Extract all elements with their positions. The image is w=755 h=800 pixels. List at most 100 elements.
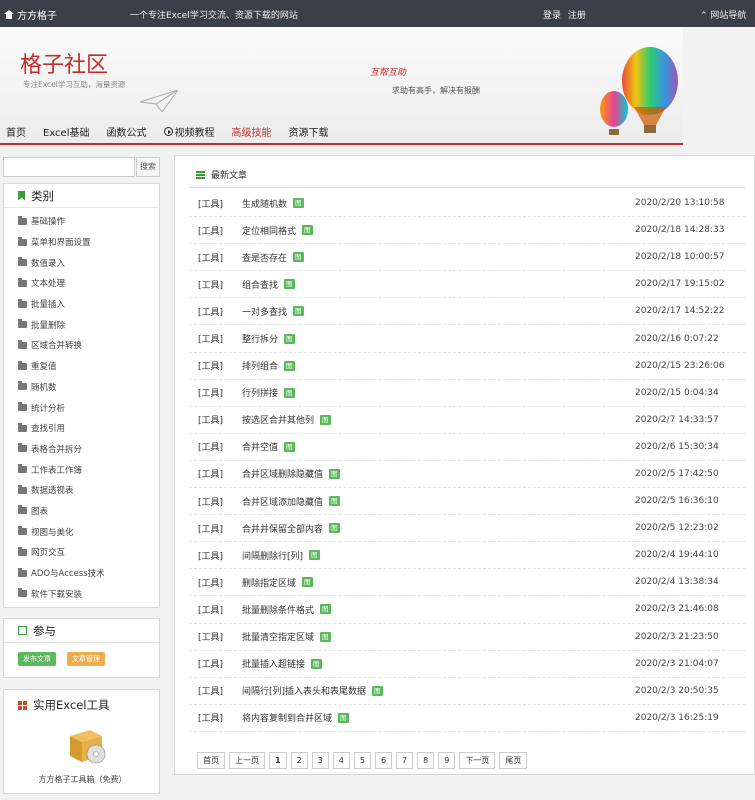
page-number-button[interactable]: 9 [438,752,456,769]
article-tag[interactable]: [工具] [198,278,223,291]
category-item[interactable]: 批量删除 [4,314,159,335]
nav-item-excel-basics[interactable]: Excel基础 [43,124,90,139]
nav-label: 高级技能 [231,128,272,139]
page-number-button[interactable]: 2 [290,752,308,769]
category-item[interactable]: 数据透视表 [4,480,159,501]
article-title-link[interactable]: 批量删除条件格式图 [242,603,331,616]
article-tag[interactable]: [工具] [198,386,223,399]
article-title-link[interactable]: 生成随机数图 [242,197,304,210]
nav-item-downloads[interactable]: 资源下载 [289,124,329,139]
article-tag[interactable]: [工具] [198,224,223,237]
article-tag[interactable]: [工具] [198,305,223,318]
category-item[interactable]: 视图与美化 [4,521,159,542]
search-button[interactable]: 搜索 [136,157,160,177]
page-number-button[interactable]: 6 [374,752,393,769]
post-article-button[interactable]: 发布文章 [18,652,56,666]
brand-link[interactable]: 方方格子 [4,7,57,22]
category-item[interactable]: 区域合并转换 [4,335,159,356]
category-item[interactable]: 图表 [4,501,159,522]
page-number-button[interactable]: 1 [269,752,287,769]
article-title-link[interactable]: 按选区合并其他列图 [242,413,331,426]
category-item[interactable]: 随机数 [4,377,159,398]
article-tag[interactable]: [工具] [198,440,223,453]
category-item[interactable]: 菜单和界面设置 [4,232,159,253]
article-tag[interactable]: [工具] [198,711,223,724]
article-title-link[interactable]: 批量插入超链接图 [242,657,322,670]
article-tag[interactable]: [工具] [198,495,223,508]
article-title-link[interactable]: 排列组合图 [242,359,295,372]
article-title-link[interactable]: 一对多查找图 [242,305,304,318]
article-row: [工具] 合并区域删除隐藏值图 2020/2/5 17:42:50 [189,461,745,489]
article-title-link[interactable]: 合并并保留全部内容图 [242,522,340,535]
login-link[interactable]: 登录 [543,11,561,21]
article-title-link[interactable]: 间隔删除行[列] 图 [242,549,320,562]
article-tag[interactable]: [工具] [198,332,223,345]
category-item[interactable]: 表格合并拆分 [4,439,159,460]
page-number-button[interactable]: 3 [311,752,329,769]
article-title: 整行拆分 [242,335,279,346]
logo-title[interactable]: 格子社区 [20,47,108,79]
site-nav-link[interactable]: ⌃ 网站导航 [700,8,746,21]
manage-articles-button[interactable]: 文章管理 [67,652,105,666]
article-tag[interactable]: [工具] [198,576,223,589]
category-label: 重复值 [31,362,57,373]
article-row: [工具] 间隔行[列]插入表头和表尾数据图 2020/2/3 20:50:35 [189,678,745,705]
article-tag[interactable]: [工具] [198,359,223,372]
nav-item-video[interactable]: 视频教程 [163,124,215,139]
article-tag[interactable]: [工具] [198,684,223,697]
nav-item-advanced[interactable]: 高级技能 [232,124,272,139]
image-badge-icon: 图 [284,360,295,371]
next-page-button[interactable]: 下一页 [459,752,496,769]
article-title-link[interactable]: 批量清空指定区域图 [242,630,331,643]
category-item[interactable]: 统计分析 [4,397,159,418]
category-item[interactable]: 文本处理 [4,273,159,294]
page-number-button[interactable]: 7 [396,752,414,769]
category-item[interactable]: 重复值 [4,356,159,377]
category-item[interactable]: 批量插入 [4,294,159,315]
article-tag[interactable]: [工具] [198,630,223,643]
article-tag[interactable]: [工具] [198,549,223,562]
category-item[interactable]: 基础操作 [4,211,159,232]
article-tag[interactable]: [工具] [198,603,223,616]
last-page-button[interactable]: 尾页 [499,752,528,769]
article-title-link[interactable]: 整行拆分图 [242,332,295,345]
prev-page-button[interactable]: 上一页 [229,752,265,769]
article-title-link[interactable]: 组合查找图 [242,278,295,291]
article-title-link[interactable]: 合并区域删除隐藏值图 [242,467,340,480]
category-item[interactable]: 工作表工作簿 [4,459,159,480]
article-title-link[interactable]: 行列拼接图 [242,386,295,399]
category-item[interactable]: 网页交互 [4,542,159,563]
article-tag[interactable]: [工具] [198,197,223,210]
article-title-link[interactable]: 间隔行[列]插入表头和表尾数据图 [242,684,383,697]
category-item[interactable]: 查找引用 [4,418,159,439]
article-title-link[interactable]: 删除指定区域图 [242,576,313,589]
article-tag[interactable]: [工具] [198,251,223,264]
register-link[interactable]: 注册 [568,11,586,21]
category-item[interactable]: 数值录入 [4,252,159,273]
article-title: 合并并保留全部内容 [242,524,324,535]
page-number-button[interactable]: 4 [332,752,350,769]
toolbox-cd-icon[interactable] [66,726,106,766]
article-row: [工具] 一对多查找图 2020/2/17 14:52:22 [189,298,745,326]
nav-item-formulas[interactable]: 函数公式 [107,124,147,139]
nav-item-home[interactable]: 首页 [6,124,26,139]
article-title-link[interactable]: 将内容复制到合并区域图 [242,711,349,724]
search-input[interactable] [3,157,135,177]
article-tag[interactable]: [工具] [198,413,223,426]
article-tag[interactable]: [工具] [198,467,223,480]
article-tag[interactable]: [工具] [198,657,223,670]
article-title-link[interactable]: 查是否存在图 [242,251,304,264]
article-title-link[interactable]: 合并区域添加隐藏值图 [242,495,340,508]
category-item[interactable]: ADO与Access技术 [4,563,159,584]
article-title: 行列拼接 [242,389,279,400]
toolbox-label[interactable]: 方方格子工具箱（免费） [4,774,161,785]
page-number-button[interactable]: 5 [353,752,371,769]
article-title-link[interactable]: 合并空值图 [242,440,295,453]
first-page-button[interactable]: 首页 [197,752,225,769]
article-tag[interactable]: [工具] [198,522,223,535]
page-number-button[interactable]: 8 [417,752,435,769]
folder-icon [18,484,27,494]
article-title: 合并区域添加隐藏值 [242,497,324,508]
article-title-link[interactable]: 定位相同格式图 [242,224,313,237]
category-item[interactable]: 软件下载安装 [4,583,159,604]
